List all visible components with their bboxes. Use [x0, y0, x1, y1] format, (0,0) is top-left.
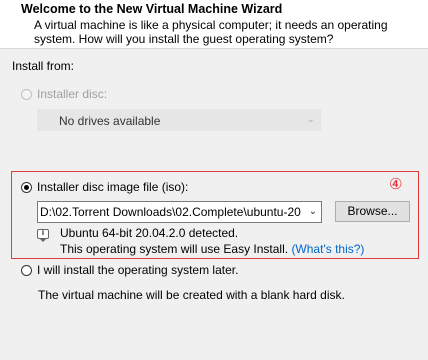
install-later-label: I will install the operating system late…	[37, 263, 239, 277]
installer-disc-radio[interactable]	[21, 89, 32, 100]
install-from-label: Install from:	[12, 59, 75, 73]
annotation-marker: ④	[389, 176, 403, 193]
wizard-header: Welcome to the New Virtual Machine Wizar…	[0, 0, 428, 49]
installer-disc-dropdown-value: No drives available	[59, 114, 161, 128]
easy-install-note: This operating system will use Easy Inst…	[60, 242, 364, 256]
iso-path-combobox[interactable]: D:\02.Torrent Downloads\02.Complete\ubun…	[37, 201, 322, 223]
info-balloon-icon: i	[37, 228, 49, 242]
whats-this-link[interactable]: (What's this?)	[291, 242, 364, 256]
iso-path-value[interactable]: D:\02.Torrent Downloads\02.Complete\ubun…	[40, 205, 301, 219]
wizard-description: A virtual machine is like a physical com…	[34, 18, 388, 46]
wizard-title: Welcome to the New Virtual Machine Wizar…	[21, 2, 283, 16]
installer-disc-dropdown[interactable]: No drives available ⌄	[37, 109, 321, 131]
blank-disk-note: The virtual machine will be created with…	[38, 288, 345, 302]
browse-button[interactable]: Browse...	[335, 201, 410, 222]
iso-radio[interactable]	[21, 182, 32, 193]
detected-os-text: Ubuntu 64-bit 20.04.2.0 detected.	[60, 226, 239, 240]
chevron-down-icon: ⌄	[306, 114, 315, 125]
iso-label: Installer disc image file (iso):	[37, 180, 189, 194]
install-later-radio[interactable]	[21, 265, 32, 276]
easy-install-text: This operating system will use Easy Inst…	[60, 242, 289, 256]
chevron-down-icon[interactable]: ⌄	[305, 202, 321, 222]
installer-disc-label: Installer disc:	[37, 87, 108, 101]
